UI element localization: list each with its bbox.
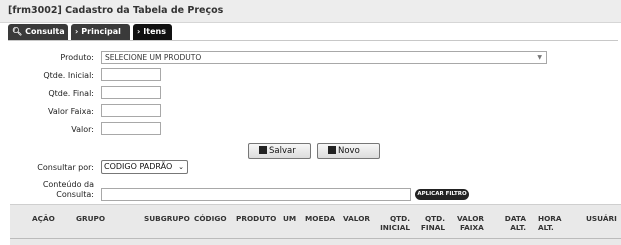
- tab-principal[interactable]: › Principal: [71, 24, 130, 40]
- th-um: UM: [283, 214, 297, 223]
- save-icon: [259, 146, 267, 154]
- th-data-alt-line1: DATA: [504, 214, 526, 223]
- window-title: [frm3002] Cadastro da Tabela de Preços: [8, 5, 224, 16]
- window-titlebar: [frm3002] Cadastro da Tabela de Preços: [0, 0, 621, 23]
- conteudo-consulta-input[interactable]: [101, 188, 411, 201]
- tab-itens[interactable]: › Itens: [133, 24, 172, 40]
- new-button[interactable]: Novo: [317, 143, 380, 159]
- conteudo-consulta-label: Conteúdo da Consulta:: [10, 180, 94, 200]
- valor-label: Valor:: [71, 125, 94, 134]
- produto-label: Produto:: [60, 53, 94, 62]
- th-qtd-final-line1: QTD.: [424, 214, 445, 223]
- th-valor: VALOR: [343, 214, 371, 223]
- th-moeda: MOEDA: [305, 214, 336, 223]
- table-header-underline: [10, 238, 621, 239]
- chevron-down-icon: ⌄: [178, 163, 184, 171]
- th-valor-faixa: VALOR FAIXA: [457, 214, 484, 232]
- th-acao: AÇÃO: [32, 214, 55, 223]
- qtde-inicial-label: Qtde. Inicial:: [43, 71, 94, 80]
- tab-consulta[interactable]: 🔍︎ Consulta: [8, 24, 68, 40]
- qtde-final-label: Qtde. Final:: [48, 89, 94, 98]
- consultar-por-value: CODIGO PADRÃO: [104, 162, 173, 171]
- th-valor-faixa-line2: FAIXA: [460, 223, 484, 232]
- conteudo-label-line1: Conteúdo da: [42, 180, 94, 189]
- th-hora-alt-line1: HORA: [538, 214, 562, 223]
- produto-select[interactable]: SELECIONE UM PRODUTO ▼: [101, 51, 547, 64]
- consultar-por-label: Consultar por:: [37, 163, 94, 172]
- th-subgrupo: SUBGRUPO: [144, 214, 190, 223]
- qtde-inicial-input[interactable]: [101, 68, 161, 81]
- produto-select-value: SELECIONE UM PRODUTO: [105, 53, 202, 62]
- th-hora-alt: HORA ALT.: [538, 214, 562, 232]
- th-valor-faixa-line1: VALOR: [457, 214, 485, 223]
- apply-filter-button[interactable]: APLICAR FILTRO: [415, 189, 469, 200]
- valor-faixa-label: Valor Faixa:: [47, 107, 94, 116]
- th-grupo: GRUPO: [76, 214, 106, 223]
- th-qtd-inicial-line2: INICIAL: [380, 223, 410, 232]
- th-data-alt: DATA ALT.: [500, 214, 526, 232]
- th-qtd-inicial: QTD. INICIAL: [374, 214, 410, 232]
- qtde-final-input[interactable]: [101, 86, 161, 99]
- tab-principal-label: Principal: [81, 27, 121, 36]
- th-hora-alt-line2: ALT.: [538, 223, 554, 232]
- th-codigo: CÓDIGO: [194, 214, 227, 223]
- th-qtd-final: QTD. FINAL: [414, 214, 445, 232]
- valor-faixa-input[interactable]: [101, 104, 161, 117]
- new-button-label: Novo: [338, 146, 360, 156]
- th-qtd-inicial-line1: QTD.: [389, 214, 410, 223]
- tab-consulta-label: Consulta: [25, 27, 65, 36]
- save-button[interactable]: Salvar: [248, 143, 311, 159]
- search-icon: 🔍︎: [12, 27, 23, 36]
- chevron-right-icon: ›: [137, 27, 141, 36]
- th-data-alt-line2: ALT.: [510, 223, 526, 232]
- consultar-por-select[interactable]: CODIGO PADRÃO ⌄: [101, 160, 188, 174]
- chevron-right-icon: ›: [75, 27, 79, 36]
- th-usuario: USUÁRI: [586, 214, 617, 223]
- th-produto: PRODUTO: [236, 214, 277, 223]
- tab-itens-label: Itens: [143, 27, 166, 36]
- save-button-label: Salvar: [269, 146, 296, 156]
- new-document-icon: [328, 146, 336, 154]
- conteudo-label-line2: Consulta:: [56, 190, 94, 199]
- th-qtd-final-line2: FINAL: [420, 223, 445, 232]
- chevron-down-icon: ▼: [537, 54, 542, 61]
- tab-divider: [8, 40, 618, 41]
- valor-input[interactable]: [101, 122, 161, 135]
